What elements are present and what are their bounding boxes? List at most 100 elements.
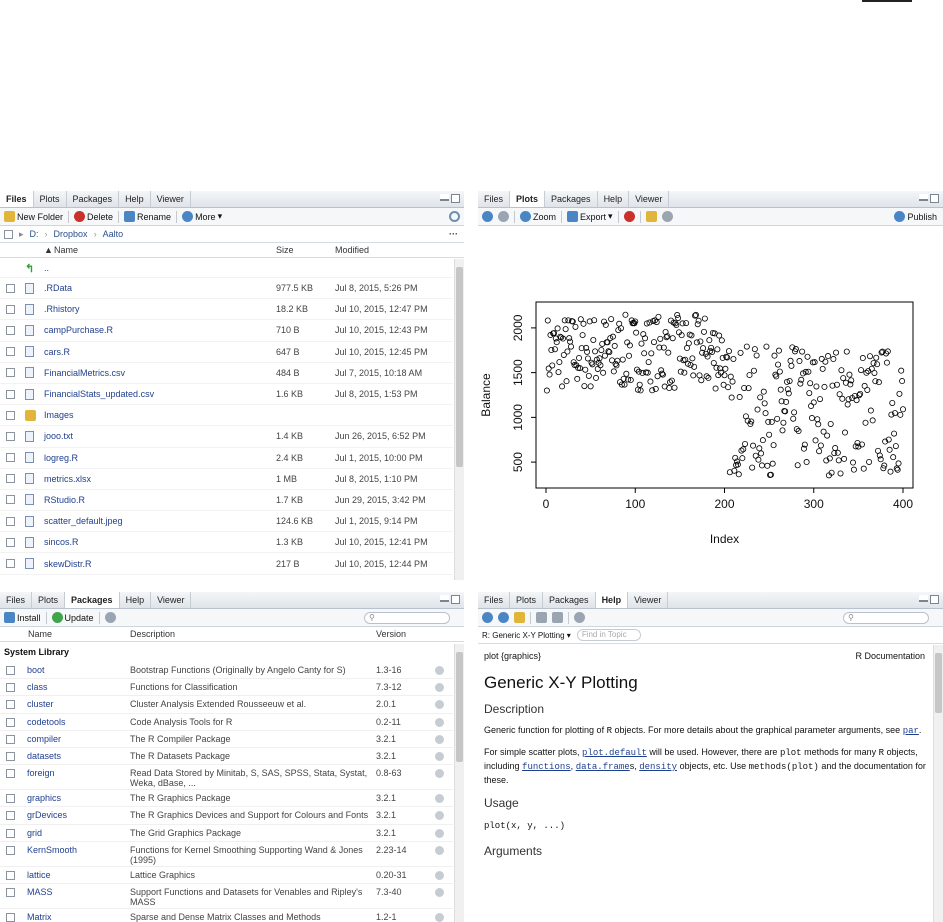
tab-viewer[interactable]: Viewer <box>628 592 669 608</box>
file-row[interactable]: RStudio.R 1.7 KB Jun 29, 2015, 3:42 PM <box>0 490 453 512</box>
remove-package-icon[interactable] <box>435 666 444 675</box>
file-checkbox[interactable] <box>6 389 15 399</box>
packages-scrollbar[interactable] <box>454 644 464 922</box>
package-checkbox[interactable] <box>6 666 15 675</box>
package-checkbox[interactable] <box>6 683 15 693</box>
breadcrumb-dropbox[interactable]: Dropbox <box>54 229 88 239</box>
file-row[interactable]: jooo.txt 1.4 KB Jun 26, 2015, 6:52 PM <box>0 426 453 448</box>
package-name[interactable]: foreign <box>27 768 55 778</box>
package-row[interactable]: KernSmooth Functions for Kernel Smoothing… <box>0 842 453 867</box>
scroll-thumb[interactable] <box>456 652 463 762</box>
tab-plots[interactable]: Plots <box>32 592 66 608</box>
package-checkbox[interactable] <box>6 811 15 821</box>
tab-packages[interactable]: Packages <box>543 592 596 608</box>
file-row[interactable]: logreg.R 2.4 KB Jul 1, 2015, 10:00 PM <box>0 448 453 469</box>
file-checkbox[interactable] <box>6 559 15 569</box>
file-checkbox[interactable] <box>6 410 15 420</box>
file-row[interactable]: sincos.R 1.3 KB Jul 10, 2015, 12:41 PM <box>0 532 453 554</box>
package-name[interactable]: graphics <box>27 793 61 803</box>
tab-help[interactable]: Help <box>595 592 629 608</box>
file-row[interactable]: cars.R 647 B Jul 10, 2015, 12:45 PM <box>0 342 453 363</box>
package-checkbox[interactable] <box>6 870 15 880</box>
functions-link[interactable]: functions <box>522 762 571 772</box>
package-name[interactable]: KernSmooth <box>27 845 77 855</box>
package-row[interactable]: datasets The R Datasets Package 3.2.1 <box>0 748 453 766</box>
package-checkbox[interactable] <box>6 845 15 855</box>
package-row[interactable]: foreign Read Data Stored by Minitab, S, S… <box>0 765 453 791</box>
find-in-topic-input[interactable]: Find in Topic <box>576 629 641 641</box>
tab-files[interactable]: Files <box>478 191 511 207</box>
home-icon[interactable]: ▸ <box>19 229 24 240</box>
breadcrumb-drive[interactable]: D: <box>30 229 39 239</box>
remove-package-icon[interactable] <box>435 751 444 761</box>
file-checkbox[interactable] <box>6 325 15 335</box>
remove-package-icon[interactable] <box>435 870 444 880</box>
package-name[interactable]: lattice <box>27 870 51 880</box>
package-row[interactable]: class Functions for Classification 7.3-12 <box>0 679 453 697</box>
remove-package-icon[interactable] <box>435 811 444 821</box>
remove-package-icon[interactable] <box>435 794 444 804</box>
package-checkbox[interactable] <box>6 700 15 710</box>
package-name[interactable]: datasets <box>27 751 61 761</box>
package-checkbox[interactable] <box>6 828 15 838</box>
update-button[interactable]: Update <box>51 612 94 623</box>
maximize-icon[interactable] <box>451 194 460 203</box>
remove-package-icon[interactable] <box>435 845 444 855</box>
zoom-button[interactable]: Zoom <box>520 211 556 222</box>
package-name[interactable]: class <box>27 682 48 692</box>
rename-button[interactable]: Rename <box>124 211 171 222</box>
file-row[interactable]: FinancialMetrics.csv 484 B Jul 7, 2015, 10… <box>0 363 453 384</box>
file-name[interactable]: jooo.txt <box>44 431 73 441</box>
package-name[interactable]: cluster <box>27 699 54 709</box>
package-checkbox[interactable] <box>6 794 15 804</box>
tab-plots[interactable]: Plots <box>510 592 544 608</box>
tab-viewer[interactable]: Viewer <box>151 191 191 207</box>
file-name[interactable]: RStudio.R <box>44 495 85 505</box>
tab-packages[interactable]: Packages <box>67 191 120 207</box>
remove-package-icon[interactable] <box>435 912 444 922</box>
tab-viewer[interactable]: Viewer <box>151 592 192 608</box>
col-description[interactable]: Description <box>130 629 175 639</box>
forward-arrow-icon[interactable] <box>498 612 509 623</box>
file-row[interactable]: campPurchase.R 710 B Jul 10, 2015, 12:43 P… <box>0 320 453 342</box>
file-checkbox[interactable] <box>6 283 15 293</box>
install-button[interactable]: Install <box>4 612 41 623</box>
files-scrollbar[interactable] <box>454 259 464 580</box>
tab-files[interactable]: Files <box>478 592 511 608</box>
package-row[interactable]: grDevices The R Graphics Devices and Supp… <box>0 807 453 825</box>
file-checkbox[interactable] <box>6 453 15 463</box>
more-button[interactable]: More ▾ <box>182 211 222 222</box>
remove-package-icon[interactable] <box>435 828 444 838</box>
delete-button[interactable]: Delete <box>74 211 113 222</box>
tab-plots[interactable]: Plots <box>34 191 67 207</box>
refresh-icon[interactable] <box>104 612 116 623</box>
file-checkbox[interactable] <box>6 431 15 441</box>
more-path-icon[interactable]: ··· <box>449 229 458 239</box>
tab-files[interactable]: Files <box>0 191 34 207</box>
file-name[interactable]: campPurchase.R <box>44 325 113 335</box>
package-row[interactable]: compiler The R Compiler Package 3.2.1 <box>0 731 453 748</box>
file-checkbox[interactable] <box>6 537 15 547</box>
file-checkbox[interactable] <box>6 495 15 505</box>
file-name[interactable]: logreg.R <box>44 453 78 463</box>
broom-icon[interactable] <box>645 211 657 222</box>
back-arrow-icon[interactable] <box>482 612 493 623</box>
file-name[interactable]: .RData <box>44 283 72 293</box>
file-name[interactable]: cars.R <box>44 347 70 357</box>
package-checkbox[interactable] <box>6 769 15 779</box>
file-name[interactable]: sincos.R <box>44 537 79 547</box>
publish-button[interactable]: Publish <box>894 211 937 222</box>
select-all-checkbox[interactable] <box>4 229 13 239</box>
file-row[interactable]: metrics.xlsx 1 MB Jul 8, 2015, 1:10 PM <box>0 469 453 490</box>
package-row[interactable]: grid The Grid Graphics Package 3.2.1 <box>0 825 453 842</box>
file-row[interactable]: .RData 977.5 KB Jul 8, 2015, 5:26 PM <box>0 278 453 300</box>
col-size[interactable]: Size <box>276 245 294 255</box>
file-name[interactable]: skewDistr.R <box>44 559 92 569</box>
package-checkbox[interactable] <box>6 717 15 727</box>
col-version[interactable]: Version <box>376 629 406 639</box>
density-link[interactable]: density <box>639 762 677 772</box>
file-row[interactable]: FinancialStats_updated.csv 1.6 KB Jul 8, 2… <box>0 384 453 406</box>
col-name[interactable]: Name <box>54 245 78 255</box>
tab-packages[interactable]: Packages <box>65 592 120 608</box>
file-row[interactable]: scatter_default.jpeg 124.6 KB Jul 1, 2015,… <box>0 511 453 533</box>
